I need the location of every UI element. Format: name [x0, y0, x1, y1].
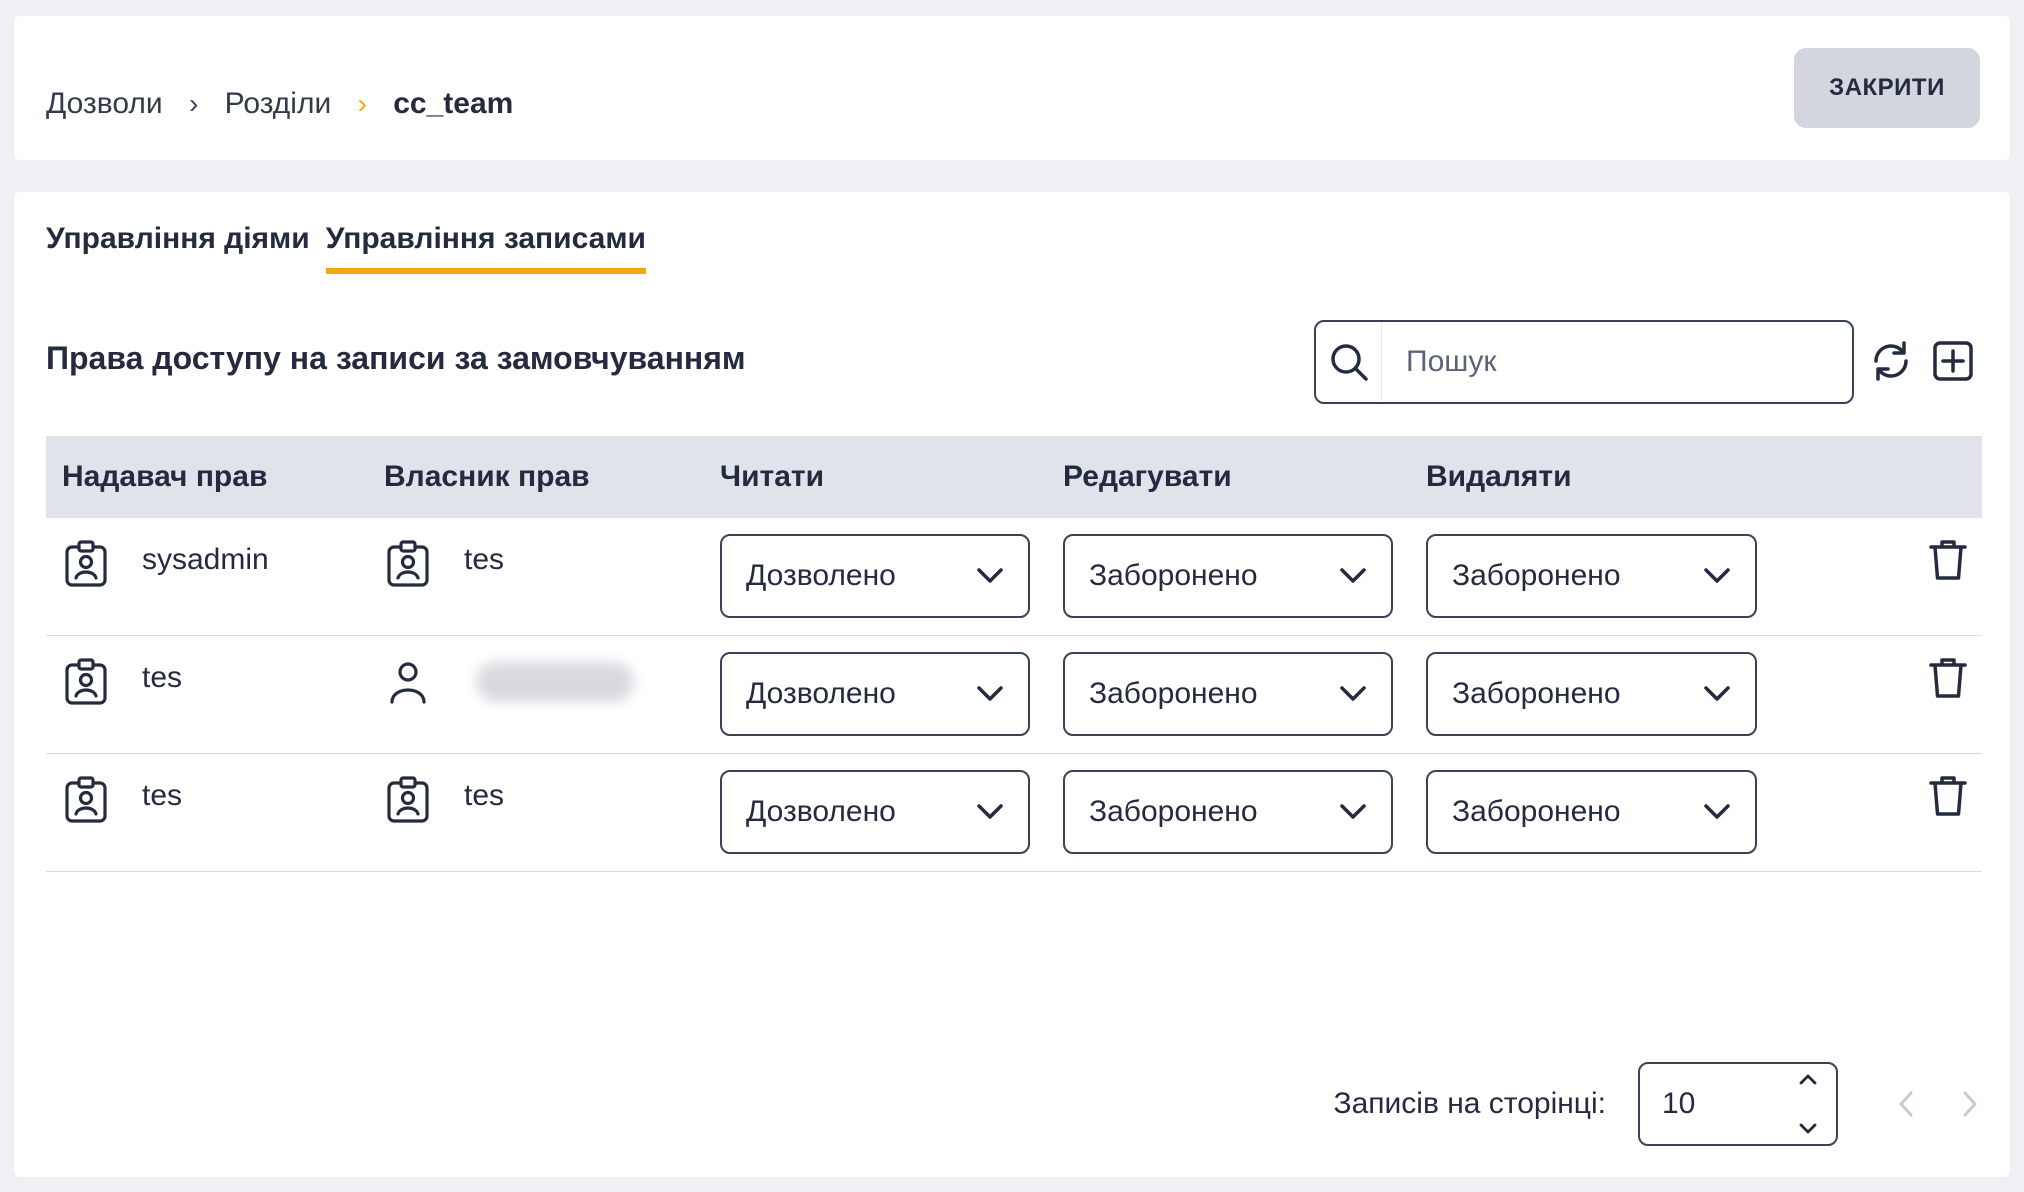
table-row: tes Дозволено Заборонено Заборонено: [46, 636, 1982, 754]
edit-permission-select[interactable]: Заборонено: [1063, 652, 1393, 736]
owner-name: tes: [464, 543, 505, 576]
chevron-down-icon: [1340, 686, 1366, 701]
role-badge-icon: [64, 540, 108, 588]
read-permission-value: Дозволено: [746, 677, 896, 710]
edit-permission-select[interactable]: Заборонено: [1063, 534, 1393, 618]
role-badge-icon: [64, 776, 108, 824]
close-button[interactable]: ЗАКРИТИ: [1794, 48, 1980, 128]
tab-records-management[interactable]: Управління записами: [325, 222, 647, 274]
delete-permission-value: Заборонено: [1452, 559, 1621, 592]
chevron-down-icon: [1704, 686, 1730, 701]
breadcrumb-item-sections[interactable]: Розділи: [225, 82, 332, 126]
delete-permission-select[interactable]: Заборонено: [1426, 652, 1757, 736]
search-input[interactable]: [1382, 322, 1852, 402]
breadcrumb-separator-icon: ›: [357, 88, 367, 119]
column-header-delete: Видаляти: [1426, 460, 1572, 493]
table-header: Надавач прав Власник прав Читати Редагув…: [46, 436, 1982, 518]
permissions-table: Надавач прав Власник прав Читати Редагув…: [46, 436, 1982, 872]
table-row: tes tes Дозволено Заборонено Заборонено: [46, 754, 1982, 872]
tabs: Управління діями Управління записами: [46, 222, 647, 274]
trash-icon[interactable]: [1924, 772, 1972, 820]
delete-permission-select[interactable]: Заборонено: [1426, 770, 1757, 854]
per-page-input[interactable]: 10: [1638, 1062, 1838, 1146]
chevron-down-icon: [1340, 804, 1366, 819]
role-badge-icon: [386, 776, 430, 824]
per-page-value: 10: [1662, 1087, 1696, 1120]
read-permission-value: Дозволено: [746, 559, 896, 592]
edit-permission-value: Заборонено: [1089, 559, 1258, 592]
read-permission-select[interactable]: Дозволено: [720, 534, 1030, 618]
tab-actions-management[interactable]: Управління діями: [46, 222, 310, 274]
trash-icon[interactable]: [1924, 536, 1972, 584]
read-permission-select[interactable]: Дозволено: [720, 652, 1030, 736]
delete-permission-value: Заборонено: [1452, 795, 1621, 828]
breadcrumb: Дозволи › Розділи › cc_team: [46, 82, 513, 126]
pagination: Записів на сторінці: 10: [14, 1062, 2010, 1146]
owner-name: tes: [464, 779, 505, 812]
add-icon[interactable]: [1928, 336, 1978, 386]
chevron-down-icon: [977, 686, 1003, 701]
previous-page-icon[interactable]: [1884, 1080, 1928, 1128]
role-badge-icon: [64, 658, 108, 706]
next-page-icon[interactable]: [1948, 1080, 1992, 1128]
chevron-down-icon: [977, 804, 1003, 819]
chevron-down-icon: [1704, 804, 1730, 819]
breadcrumb-item-current: cc_team: [393, 87, 514, 120]
user-icon: [386, 658, 430, 706]
grantor-name: tes: [142, 779, 183, 812]
edit-permission-value: Заборонено: [1089, 677, 1258, 710]
read-permission-select[interactable]: Дозволено: [720, 770, 1030, 854]
read-permission-value: Дозволено: [746, 795, 896, 828]
column-header-owner: Власник прав: [384, 460, 590, 493]
header-card: Дозволи › Розділи › cc_team ЗАКРИТИ: [14, 16, 2010, 160]
chevron-down-icon[interactable]: [1798, 1122, 1818, 1136]
per-page-stepper[interactable]: [1794, 1072, 1822, 1136]
column-header-read: Читати: [720, 460, 825, 493]
per-page-label: Записів на сторінці:: [1333, 1087, 1606, 1120]
chevron-up-icon[interactable]: [1798, 1072, 1818, 1086]
main-card: Управління діями Управління записами Пра…: [14, 192, 2010, 1177]
section-title: Права доступу на записи за замовчуванням: [46, 340, 746, 376]
trash-icon[interactable]: [1924, 654, 1972, 702]
column-header-edit: Редагувати: [1063, 460, 1232, 493]
edit-permission-value: Заборонено: [1089, 795, 1258, 828]
search-icon[interactable]: [1316, 322, 1382, 402]
delete-permission-value: Заборонено: [1452, 677, 1621, 710]
delete-permission-select[interactable]: Заборонено: [1426, 534, 1757, 618]
refresh-icon[interactable]: [1866, 336, 1916, 386]
breadcrumb-separator-icon: ›: [188, 88, 199, 119]
table-row: sysadmin tes Дозволено Заборонено Заборо…: [46, 518, 1982, 636]
grantor-name: tes: [142, 661, 183, 694]
column-header-grantor: Надавач прав: [62, 460, 268, 493]
grantor-name: sysadmin: [142, 543, 269, 576]
owner-name-redacted: [476, 662, 634, 702]
chevron-down-icon: [977, 568, 1003, 583]
chevron-down-icon: [1340, 568, 1366, 583]
role-badge-icon: [386, 540, 430, 588]
edit-permission-select[interactable]: Заборонено: [1063, 770, 1393, 854]
chevron-down-icon: [1704, 568, 1730, 583]
search-box[interactable]: [1314, 320, 1854, 404]
breadcrumb-item-permissions[interactable]: Дозволи: [46, 82, 163, 126]
